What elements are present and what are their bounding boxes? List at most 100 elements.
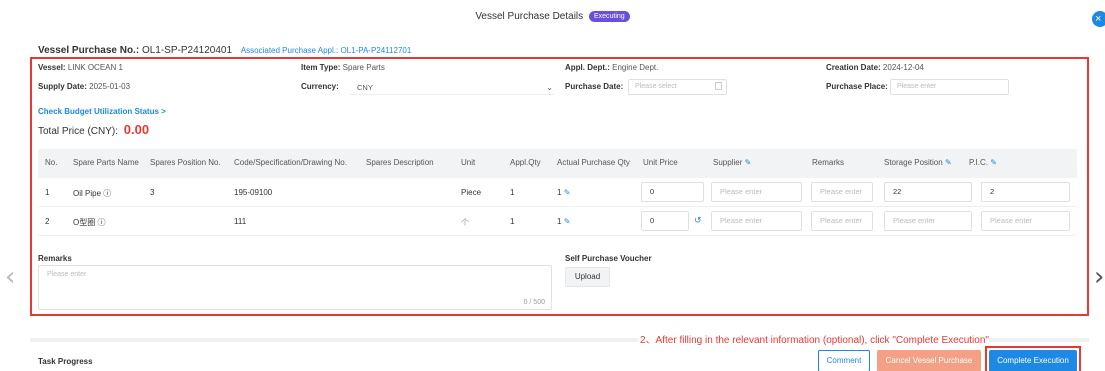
remarks-textarea[interactable]: Please enter 0 / 500 — [38, 265, 552, 310]
purchase-date-input[interactable]: Please select — [628, 79, 727, 95]
remarks-label: Remarks — [38, 254, 72, 263]
edit-icon[interactable]: ✎ — [945, 158, 952, 167]
complete-highlight-frame — [985, 346, 1081, 371]
pic-input[interactable]: 2 — [981, 182, 1070, 202]
supply-date-field: Supply Date: 2025-01-03 — [38, 82, 130, 91]
th-storage: Storage Position ✎ — [884, 158, 952, 167]
upload-button[interactable]: Upload — [565, 267, 610, 287]
total-price: Total Price (CNY): 0.00 — [38, 122, 149, 137]
vp-value: OL1-SP-P24120401 — [141, 45, 233, 56]
th-actual-qty: Actual Purchase Qty — [557, 158, 630, 167]
th-appl-qty: Appl.Qty — [510, 158, 541, 167]
appl-dept-label: Appl. Dept.: — [565, 63, 610, 72]
creation-date-value: 2024-12-04 — [882, 63, 924, 72]
total-price-label: Total Price (CNY): — [38, 126, 119, 137]
total-price-value: 0.00 — [123, 122, 150, 137]
item-type-field: Item Type: Spare Parts — [301, 63, 385, 72]
modal-title: Vessel Purchase Details Executing — [0, 11, 1105, 22]
vessel-value: LINK OCEAN 1 — [67, 63, 123, 72]
check-budget-link[interactable]: Check Budget Utilization Status > — [38, 107, 166, 116]
th-pic: P.I.C. ✎ — [969, 158, 997, 167]
pic-input[interactable]: Please enter — [981, 211, 1070, 231]
edit-icon[interactable]: ✎ — [745, 158, 752, 167]
storage-input[interactable]: Please enter — [884, 211, 972, 231]
creation-date-field: Creation Date: 2024-12-04 — [826, 63, 924, 72]
purchase-place-input[interactable]: Please enter — [890, 79, 1009, 95]
purchase-place-placeholder: Please enter — [897, 83, 937, 90]
assoc-value: OL1-PA-P24112701 — [340, 46, 412, 55]
previous-arrow-icon[interactable]: ‹ — [5, 262, 15, 292]
cell-appl-qty: 1 — [510, 217, 515, 226]
currency-select[interactable]: CNY ⌄ — [349, 80, 555, 95]
th-pic-label: P.I.C. — [969, 158, 988, 167]
cell-unit: Piece — [461, 188, 482, 197]
th-unit: Unit — [461, 158, 476, 167]
appl-dept-field: Appl. Dept.: Engine Dept. — [565, 63, 658, 72]
supplier-input[interactable]: Please enter — [711, 182, 802, 202]
cell-code: 111 — [234, 217, 247, 226]
storage-input[interactable]: 22 — [884, 182, 972, 202]
cancel-vessel-purchase-button[interactable]: Cancel Vessel Purchase — [877, 350, 981, 371]
purchase-date-label: Purchase Date: — [565, 82, 624, 91]
remarks-char-count: 0 / 500 — [523, 299, 545, 306]
vessel-label: Vessel: — [38, 63, 66, 72]
item-type-value: Spare Parts — [342, 63, 385, 72]
cell-actual-qty: 1 ✎ — [557, 188, 570, 197]
th-position: Spares Position No. — [150, 158, 221, 167]
comment-button[interactable]: Comment — [818, 350, 870, 371]
vp-label: Vessel Purchase No.: — [38, 45, 140, 56]
supplier-input[interactable]: Please enter — [711, 211, 802, 231]
purchase-date-label-wrap: Purchase Date: — [565, 82, 623, 91]
supply-date-label: Supply Date: — [38, 82, 87, 91]
purchase-place-label: Purchase Place: — [826, 82, 888, 91]
remarks-input[interactable]: Please enter — [811, 182, 873, 202]
actual-qty-value: 1 — [557, 217, 562, 226]
appl-dept-value: Engine Dept. — [612, 63, 659, 72]
modal-title-text: Vessel Purchase Details — [475, 11, 584, 22]
cell-name[interactable]: O型圈 ⓘ — [73, 217, 105, 228]
th-desc: Spares Description — [366, 158, 434, 167]
cell-no: 2 — [45, 217, 50, 226]
table-row: 2 O型圈 ⓘ 111 个 1 1 ✎ 0 ↺ Please enter Ple… — [38, 207, 1077, 236]
th-supplier-label: Supplier — [713, 158, 743, 167]
purchase-place-label-wrap: Purchase Place: — [826, 82, 888, 91]
task-progress-label: Task Progress — [38, 357, 93, 366]
cell-position: 3 — [150, 188, 155, 197]
th-code: Code/Specification/Drawing No. — [234, 158, 347, 167]
th-supplier: Supplier ✎ — [713, 158, 751, 167]
instruction-annotation: 2、After filling in the relevant informat… — [638, 331, 989, 346]
table-row: 1 Oil Pipe ⓘ 3 195-09100 Piece 1 1 ✎ 0 P… — [38, 178, 1077, 207]
item-type-label: Item Type: — [301, 63, 341, 72]
cell-code: 195-09100 — [234, 188, 273, 197]
cell-actual-qty: 1 ✎ — [557, 217, 570, 226]
calendar-icon — [715, 82, 722, 90]
table-header: No. Spare Parts Name Spares Position No.… — [38, 149, 1077, 178]
supply-date-value: 2025-01-03 — [89, 82, 131, 91]
remarks-placeholder: Please enter — [47, 271, 87, 278]
assoc-label: Associated Purchase Appl.: — [240, 46, 339, 55]
unit-price-input[interactable]: 0 — [641, 211, 689, 231]
remarks-input[interactable]: Please enter — [811, 211, 873, 231]
cell-name[interactable]: Oil Pipe ⓘ — [73, 188, 111, 199]
th-no: No. — [45, 158, 58, 167]
actual-qty-value: 1 — [557, 188, 562, 197]
cell-unit: 个 — [461, 218, 469, 227]
edit-icon[interactable]: ✎ — [564, 188, 571, 197]
edit-icon[interactable]: ✎ — [564, 217, 571, 226]
close-icon[interactable]: × — [1092, 11, 1105, 27]
currency-value: CNY — [357, 83, 373, 92]
chevron-down-icon: ⌄ — [546, 83, 553, 92]
vessel-purchase-number: Vessel Purchase No.: OL1-SP-P24120401 As… — [38, 45, 411, 56]
next-arrow-icon[interactable]: › — [1094, 262, 1104, 292]
unit-price-input[interactable]: 0 — [641, 182, 704, 202]
vessel-field: Vessel: LINK OCEAN 1 — [38, 63, 123, 72]
cell-no: 1 — [45, 188, 50, 197]
cell-appl-qty: 1 — [510, 188, 515, 197]
associated-purchase-link[interactable]: Associated Purchase Appl.: OL1-PA-P24112… — [241, 46, 412, 55]
status-badge: Executing — [588, 11, 630, 22]
th-unit-price: Unit Price — [643, 158, 678, 167]
edit-icon[interactable]: ✎ — [990, 158, 997, 167]
undo-icon[interactable]: ↺ — [694, 216, 702, 226]
currency-label-wrap: Currency: — [301, 82, 339, 91]
th-remarks: Remarks — [812, 158, 845, 167]
